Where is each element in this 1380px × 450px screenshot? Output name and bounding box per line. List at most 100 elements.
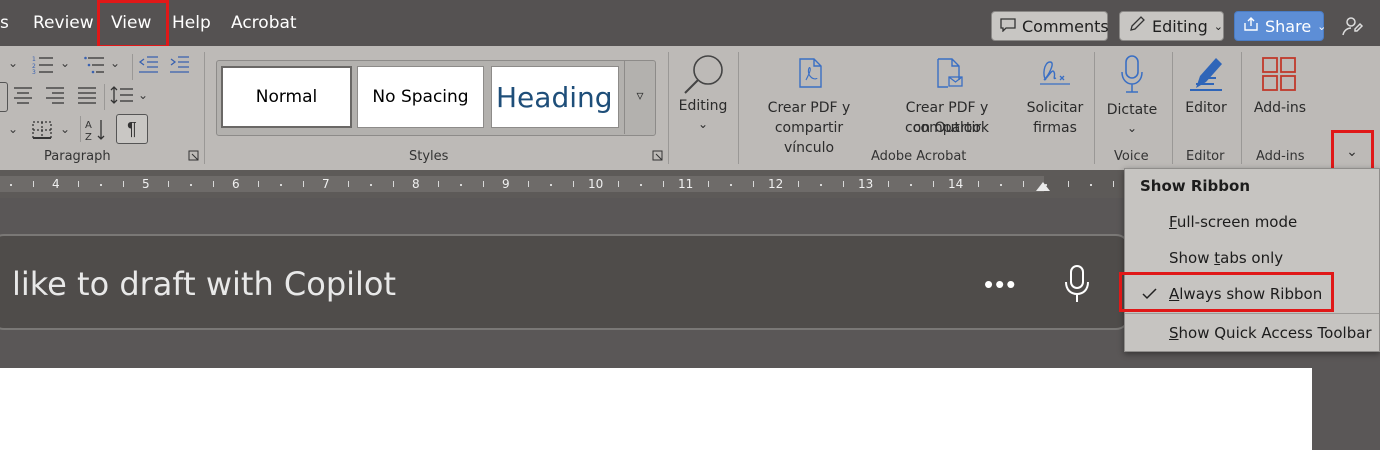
- align-left-button-partial[interactable]: [0, 82, 8, 112]
- ruler-tick: [1000, 184, 1002, 186]
- ruler-tick: [213, 181, 214, 187]
- dictate-label: Dictate: [1106, 102, 1158, 118]
- editor-button[interactable]: Editor: [1178, 48, 1234, 140]
- ruler-tick: [303, 181, 304, 187]
- svg-text:3: 3: [32, 69, 36, 74]
- menu-separator: [1125, 313, 1379, 314]
- comments-button[interactable]: Comments: [991, 11, 1109, 41]
- chevron-down-icon[interactable]: ⌄: [8, 56, 18, 70]
- styles-group-label: Styles: [409, 149, 449, 164]
- styles-more-button[interactable]: ▿: [624, 60, 655, 134]
- ruler-number: 8: [412, 177, 420, 191]
- microphone-icon: [1119, 54, 1145, 99]
- ruler-tick: [78, 181, 79, 187]
- chevron-down-icon[interactable]: ⌄: [138, 88, 148, 102]
- chevron-down-icon[interactable]: ⌄: [8, 122, 18, 136]
- editor-group-label: Editor: [1186, 149, 1225, 164]
- view-tab-highlight: [97, 0, 169, 48]
- menu-item-full-screen[interactable]: Full-screen mode: [1125, 205, 1379, 239]
- right-indent-marker[interactable]: [1036, 182, 1050, 191]
- borders-icon[interactable]: [31, 120, 53, 144]
- ruler-tick: [168, 181, 169, 187]
- ruler-tick: [393, 181, 394, 187]
- ruler-number: 12: [768, 177, 784, 191]
- create-pdf-share-link-button[interactable]: Crear PDF y compartir vínculo: [748, 48, 870, 156]
- request-signatures-button[interactable]: Solicitar firmas: [1024, 48, 1086, 140]
- pilcrow-icon: ¶: [127, 119, 137, 139]
- paragraph-dialog-launcher-icon[interactable]: [188, 150, 199, 164]
- ruler-number: 7: [322, 177, 330, 191]
- more-options-icon[interactable]: •••: [984, 271, 1017, 297]
- multilevel-list-icon[interactable]: [84, 54, 106, 78]
- share-label: Share: [1265, 16, 1312, 36]
- style-no-spacing[interactable]: No Spacing: [357, 66, 484, 128]
- chevron-down-icon[interactable]: ⌄: [60, 56, 70, 70]
- style-normal[interactable]: Normal: [221, 66, 352, 128]
- chevron-down-icon[interactable]: ⌄: [110, 56, 120, 70]
- ribbon-options-highlight: [1331, 130, 1374, 171]
- decrease-indent-icon[interactable]: [137, 54, 159, 78]
- tab-partial[interactable]: s: [0, 6, 15, 40]
- ruler-tick: [1068, 181, 1069, 187]
- align-right-icon[interactable]: [45, 86, 65, 108]
- editing-button[interactable]: Editing ⌄: [676, 48, 730, 136]
- ruler-tick: [10, 184, 12, 186]
- group-separator: [668, 52, 669, 164]
- ruler-tick: [1023, 181, 1024, 187]
- divider: [104, 84, 105, 110]
- svg-text:A: A: [85, 120, 92, 131]
- line-spacing-icon[interactable]: [110, 86, 134, 108]
- svg-text:Z: Z: [85, 132, 92, 142]
- justify-icon[interactable]: [77, 86, 97, 108]
- show-ribbon-menu: Show Ribbon Full-screen mode Show tabs o…: [1124, 168, 1380, 352]
- tab-acrobat[interactable]: Acrobat: [225, 6, 303, 40]
- create-pdf-share-label-2: compartir vínculo: [774, 120, 844, 156]
- increase-indent-icon[interactable]: [168, 54, 190, 78]
- group-separator: [1172, 52, 1173, 164]
- ruler-tick: [708, 181, 709, 187]
- ruler-tick: [438, 181, 439, 187]
- ruler-tick: [550, 184, 552, 186]
- create-pdf-outlook-button[interactable]: Crear PDF y compartir con Outlook: [872, 48, 1022, 140]
- document-page[interactable]: [0, 368, 1312, 450]
- menu-item-tabs-only[interactable]: Show tabs only: [1125, 241, 1379, 275]
- align-center-icon[interactable]: [13, 86, 33, 108]
- share-icon: [1243, 16, 1259, 36]
- pencil-icon: [1128, 15, 1146, 37]
- share-button[interactable]: Share ⌄: [1234, 11, 1326, 41]
- style-heading-1[interactable]: Heading 1: [491, 66, 619, 128]
- editing-mode-button[interactable]: Editing ⌄: [1119, 11, 1224, 41]
- comment-icon: [1000, 17, 1016, 36]
- ruler-tick: [528, 181, 529, 187]
- sort-icon[interactable]: AZ: [85, 118, 107, 146]
- copilot-person-icon[interactable]: [1340, 14, 1364, 43]
- microphone-icon[interactable]: [1062, 264, 1092, 309]
- ruler-number: 14: [948, 177, 964, 191]
- ruler-tick: [663, 181, 664, 187]
- add-ins-button[interactable]: Add-ins: [1248, 48, 1312, 140]
- menu-item-quick-access-toolbar[interactable]: Show Quick Access Toolbar: [1125, 316, 1379, 350]
- tab-review[interactable]: Review: [27, 6, 100, 40]
- editor-label: Editor: [1185, 100, 1227, 116]
- show-formatting-marks-button[interactable]: ¶: [116, 114, 148, 144]
- ruler-tick: [100, 184, 102, 186]
- chevron-down-icon[interactable]: ⌄: [60, 122, 70, 136]
- group-separator: [1241, 52, 1242, 164]
- ruler-number: 10: [588, 177, 604, 191]
- ruler-tick: [640, 184, 642, 186]
- create-pdf-share-label-1: Crear PDF y: [767, 100, 851, 116]
- request-signatures-label-1: Solicitar: [1026, 100, 1084, 116]
- svg-text:1: 1: [32, 56, 36, 63]
- numbering-icon[interactable]: 123: [32, 54, 54, 78]
- tab-help[interactable]: Help: [166, 6, 217, 40]
- ruler-tick: [370, 184, 372, 186]
- ruler-tick: [460, 184, 462, 186]
- ruler-number: 4: [52, 177, 60, 191]
- ruler-number: 11: [678, 177, 694, 191]
- ruler-number: 5: [142, 177, 150, 191]
- editing-label: Editing: [1152, 16, 1208, 36]
- request-signatures-label-2: firmas: [1033, 120, 1077, 136]
- dictate-button[interactable]: Dictate ⌄: [1102, 48, 1162, 140]
- editor-pen-icon: [1186, 54, 1226, 99]
- styles-dialog-launcher-icon[interactable]: [652, 150, 663, 164]
